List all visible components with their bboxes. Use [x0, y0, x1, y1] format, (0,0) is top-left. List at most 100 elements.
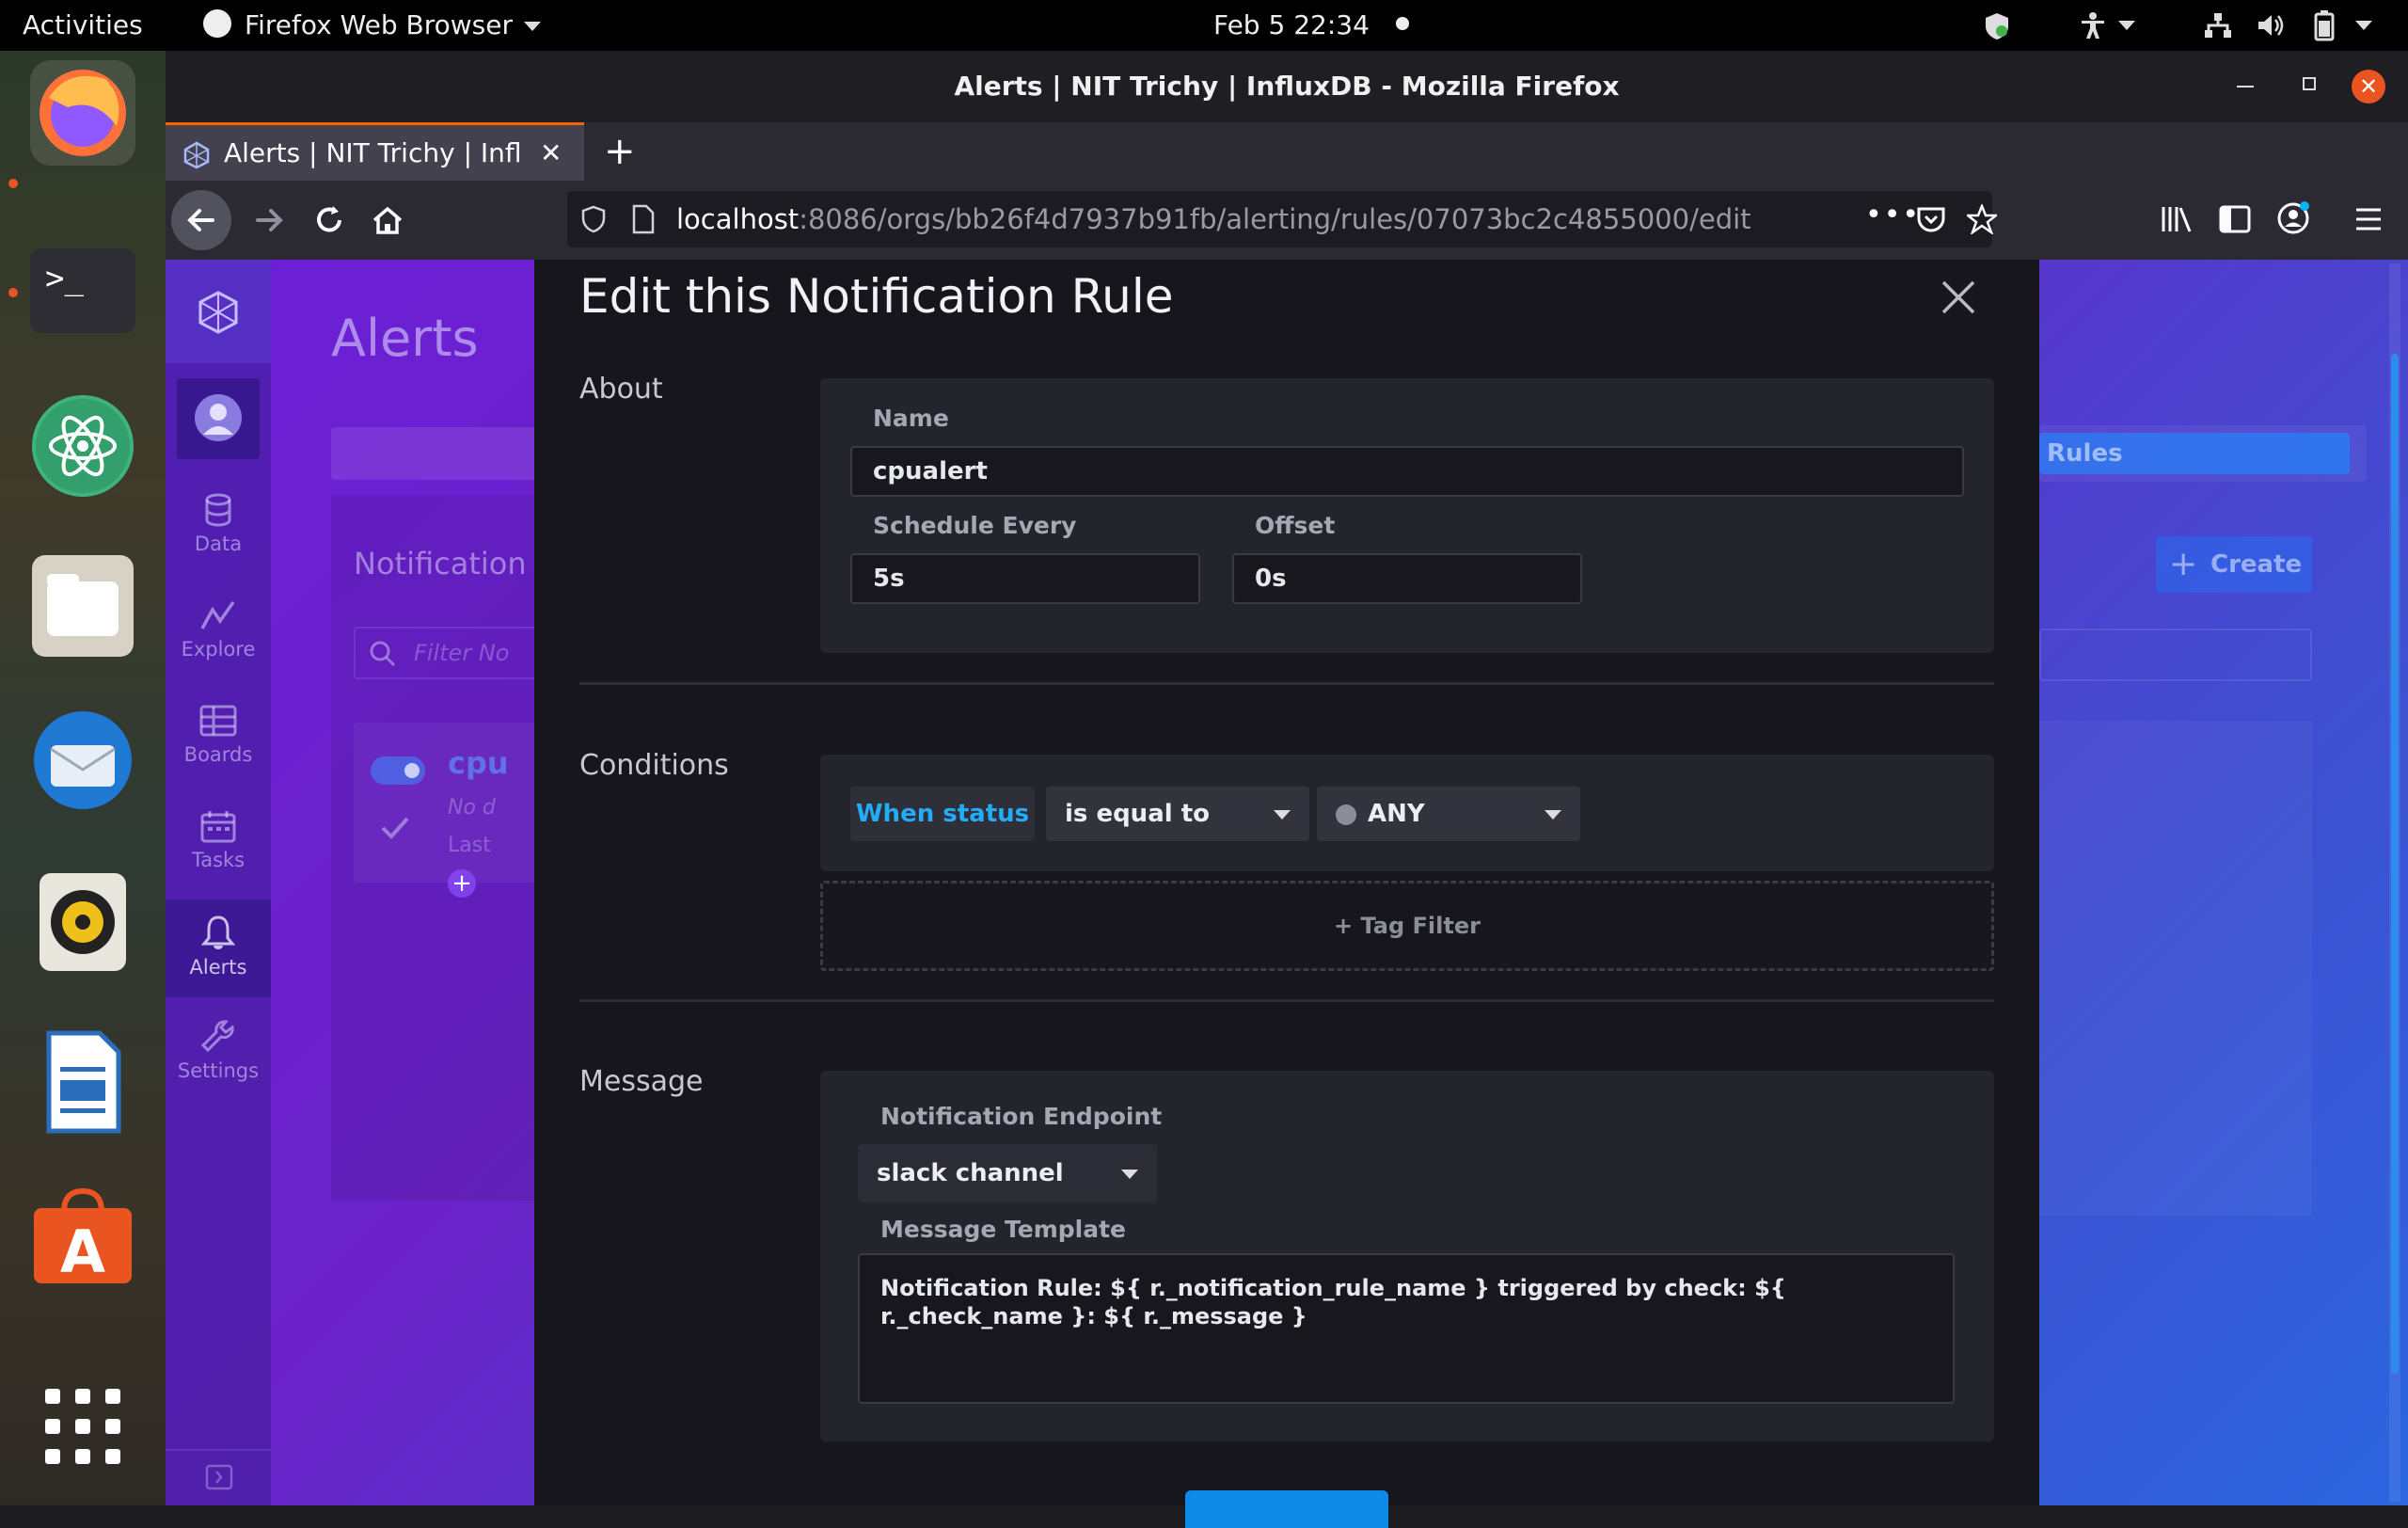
rule-card[interactable]: cpu No d Last + — [354, 723, 547, 898]
dock-thunderbird[interactable] — [30, 708, 135, 813]
account-button[interactable] — [2276, 201, 2310, 239]
show-apps-button[interactable] — [43, 1387, 122, 1470]
url-text[interactable]: localhost:8086/orgs/bb26f4d7937b91fb/ale… — [676, 191, 1751, 247]
rule-name[interactable]: cpu — [448, 745, 509, 781]
page-actions-icon[interactable]: ••• — [1865, 187, 1921, 244]
chevron-down-icon[interactable] — [2118, 21, 2135, 30]
chevron-down-icon — [1545, 810, 1561, 820]
nav-explore[interactable]: Explore — [166, 598, 271, 661]
dock-atom[interactable] — [30, 393, 135, 499]
maximize-icon[interactable] — [2303, 77, 2316, 90]
terminal-icon: >_ — [45, 260, 84, 297]
offset-input[interactable]: 0s — [1232, 553, 1582, 604]
tracking-shield-icon[interactable] — [580, 205, 607, 233]
app-grid-icon — [45, 1389, 120, 1464]
dock-software[interactable]: A — [30, 1184, 135, 1289]
rules-list-panel — [2039, 721, 2312, 1216]
save-button[interactable] — [1185, 1490, 1388, 1528]
window-titlebar: Alerts | NIT Trichy | InfluxDB - Mozilla… — [166, 51, 2408, 122]
dock-terminal[interactable]: >_ — [30, 248, 135, 333]
chevron-down-icon[interactable] — [2355, 21, 2372, 30]
close-window-icon[interactable]: ✕ — [2352, 70, 2385, 103]
dock-firefox[interactable] — [30, 60, 135, 166]
nav-tasks[interactable]: Tasks — [166, 809, 271, 871]
new-tab-icon[interactable]: + — [604, 122, 636, 181]
reload-icon[interactable] — [310, 201, 348, 239]
minimize-icon[interactable] — [2237, 86, 2254, 88]
back-button[interactable] — [171, 190, 231, 250]
url-bar[interactable]: localhost:8086/orgs/bb26f4d7937b91fb/ale… — [567, 191, 1997, 247]
schedule-input[interactable]: 5s — [850, 553, 1200, 604]
section-conditions: Conditions — [579, 749, 729, 782]
tab-bar: Alerts | NIT Trichy | Influx ✕ + — [166, 122, 2408, 181]
close-icon[interactable] — [1940, 279, 1977, 316]
battery-icon[interactable] — [2314, 9, 2335, 41]
edit-notification-rule-dialog: Edit this Notification Rule About Name c… — [534, 260, 2039, 1528]
sidebar-icon[interactable] — [2218, 203, 2252, 235]
dock-rhythmbox[interactable] — [30, 869, 135, 975]
notification-dot-icon — [1395, 17, 1409, 30]
add-label-icon[interactable]: + — [448, 869, 476, 898]
clock[interactable]: Feb 5 22:34 — [1213, 0, 1409, 51]
dialog-title: Edit this Notification Rule — [579, 269, 1174, 324]
endpoint-dropdown[interactable]: slack channel — [858, 1144, 1157, 1202]
calendar-icon — [200, 811, 236, 843]
add-tag-filter-button[interactable]: + Tag Filter — [820, 881, 1994, 971]
hamburger-menu-icon[interactable] — [2353, 205, 2384, 233]
network-icon[interactable] — [2203, 11, 2233, 40]
bookmark-star-icon[interactable] — [1967, 204, 1997, 234]
volume-icon[interactable] — [2256, 11, 2288, 40]
tab-rules[interactable]: Rules — [2039, 433, 2350, 474]
rhythmbox-icon — [40, 873, 126, 971]
when-status-label: When status — [850, 787, 1035, 841]
nav-explore-label: Explore — [181, 638, 256, 661]
create-rule-button[interactable]: + Create — [2156, 536, 2312, 593]
offset-label: Offset — [1255, 512, 1336, 539]
activities-button[interactable]: Activities — [23, 0, 143, 51]
nav-data[interactable]: Data — [166, 493, 271, 555]
nav-boards[interactable]: Boards — [166, 704, 271, 766]
scrollbar-thumb[interactable] — [2391, 354, 2399, 1374]
pocket-icon[interactable] — [1916, 205, 1946, 233]
name-label: Name — [873, 405, 949, 432]
influx-logo[interactable] — [166, 260, 271, 363]
close-tab-icon[interactable]: ✕ — [540, 125, 562, 181]
rule-toggle[interactable] — [371, 756, 425, 785]
dock-writer[interactable] — [30, 1029, 135, 1135]
filter-input-right[interactable] — [2039, 629, 2312, 681]
collapse-nav-icon[interactable] — [205, 1464, 233, 1490]
dock-files[interactable] — [30, 553, 135, 659]
endpoint-value: slack channel — [877, 1159, 1064, 1187]
alerts-tabs-bar[interactable] — [331, 427, 547, 480]
thunderbird-icon — [34, 711, 132, 809]
shield-icon[interactable] — [1983, 11, 2011, 41]
conditions-panel: When status is equal to ANY — [820, 755, 1994, 871]
nav-alerts[interactable]: Alerts — [166, 899, 271, 997]
tab-alerts[interactable]: Alerts | NIT Trichy | Influx ✕ — [166, 122, 584, 181]
forward-arrow-icon[interactable] — [250, 201, 288, 239]
app-menu[interactable]: Firefox Web Browser — [203, 0, 541, 51]
library-icon[interactable] — [2160, 203, 2194, 235]
create-button-label: Create — [2210, 550, 2303, 579]
firefox-icon — [40, 70, 126, 156]
accessibility-icon[interactable] — [2079, 11, 2107, 40]
template-label: Message Template — [880, 1216, 1126, 1243]
message-template-textarea[interactable]: Notification Rule: ${ r._notification_ru… — [858, 1253, 1955, 1404]
status-dropdown[interactable]: ANY — [1317, 787, 1580, 841]
notification-rules-column: Notification Filter No cpu No d Last + — [331, 495, 547, 1201]
name-input[interactable]: cpualert — [850, 446, 1964, 497]
page-info-icon[interactable] — [631, 204, 656, 234]
user-avatar[interactable] — [177, 378, 260, 459]
nav-settings[interactable]: Settings — [166, 1020, 271, 1082]
alerts-tabs-right: Rules — [2039, 425, 2367, 482]
app-menu-label: Firefox Web Browser — [245, 9, 513, 40]
filter-input[interactable]: Filter No — [354, 627, 547, 679]
dock: >_ A — [0, 51, 166, 1505]
operator-dropdown[interactable]: is equal to — [1046, 787, 1309, 841]
home-icon[interactable] — [369, 201, 406, 239]
status-value: ANY — [1368, 800, 1425, 828]
checkmark-icon — [381, 817, 409, 839]
about-panel: Name cpualert Schedule Every 5s Offset 0… — [820, 378, 1994, 653]
svg-text:A: A — [60, 1218, 105, 1286]
plus-icon: + — [2169, 545, 2198, 583]
